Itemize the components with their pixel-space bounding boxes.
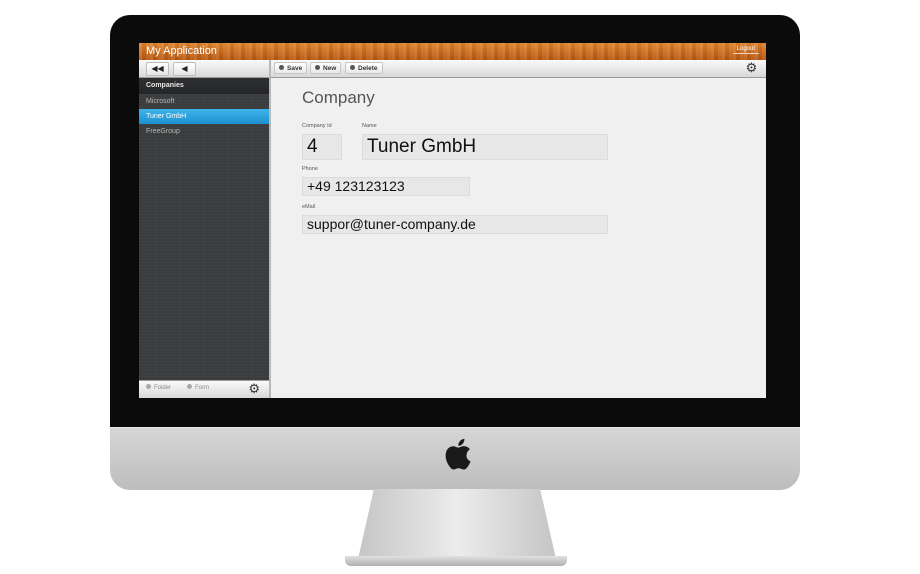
folder-button[interactable]: Folder: [146, 384, 172, 391]
sidebar-toolbar: ◀◀ ◀: [139, 60, 269, 78]
form-button-label: Form: [195, 385, 209, 391]
sidebar-item-microsoft[interactable]: Microsoft: [139, 94, 269, 109]
company-id-field[interactable]: 4: [302, 134, 342, 160]
email-field[interactable]: suppor@tuner-company.de: [302, 215, 608, 234]
sidebar-item-freegroup[interactable]: FreeGroup: [139, 124, 269, 139]
save-dot-icon: [279, 65, 284, 71]
save-button[interactable]: Save: [274, 62, 308, 74]
page-title: Company: [302, 88, 375, 107]
folder-button-label: Folder: [154, 385, 172, 391]
first-page-button[interactable]: ◀◀: [146, 62, 169, 76]
monitor-stand: [358, 489, 556, 559]
form-dot-icon: [187, 384, 192, 390]
folder-dot-icon: [146, 384, 151, 390]
monitor-stand-base: [345, 556, 567, 566]
sidebar-header: Companies: [139, 78, 269, 94]
new-button[interactable]: New: [310, 62, 342, 74]
sidebar-footer: Folder Form ⚙: [139, 380, 269, 398]
phone-label: Phone: [302, 166, 318, 172]
sidebar: ◀◀ ◀ Companies Microsoft Tuner GmbH Free…: [139, 60, 271, 398]
app-title: My Application: [146, 45, 217, 57]
logout-button[interactable]: Logout: [732, 45, 759, 54]
name-field[interactable]: Tuner GmbH: [362, 134, 608, 160]
previous-page-button[interactable]: ◀: [173, 62, 196, 76]
email-label: eMail: [302, 204, 316, 210]
company-form: Company Company Id 4 Name Tuner GmbH Pho…: [271, 78, 766, 398]
main-panel: Save New Delete ⚙ Company Company Id 4 N…: [271, 60, 766, 398]
new-button-label: New: [323, 65, 337, 72]
delete-dot-icon: [350, 65, 355, 71]
sidebar-item-tuner-gmbh[interactable]: Tuner GmbH: [139, 109, 269, 124]
app-screen: My Application Logout ◀◀ ◀ Companies Mic…: [139, 43, 766, 398]
settings-gear-icon[interactable]: ⚙: [743, 61, 760, 75]
company-id-label: Company Id: [302, 123, 332, 129]
phone-field[interactable]: +49 123123123: [302, 177, 470, 196]
name-label: Name: [362, 123, 377, 129]
delete-button-label: Delete: [358, 65, 378, 72]
new-dot-icon: [315, 65, 320, 71]
save-button-label: Save: [287, 65, 303, 72]
apple-logo-icon: [445, 438, 471, 470]
company-list: Microsoft Tuner GmbH FreeGroup: [139, 94, 269, 139]
form-button[interactable]: Form: [187, 384, 209, 391]
delete-button[interactable]: Delete: [345, 62, 383, 74]
main-toolbar: Save New Delete ⚙: [271, 60, 766, 78]
app-titlebar: My Application Logout: [139, 43, 766, 60]
sidebar-gear-icon[interactable]: ⚙: [248, 382, 260, 396]
